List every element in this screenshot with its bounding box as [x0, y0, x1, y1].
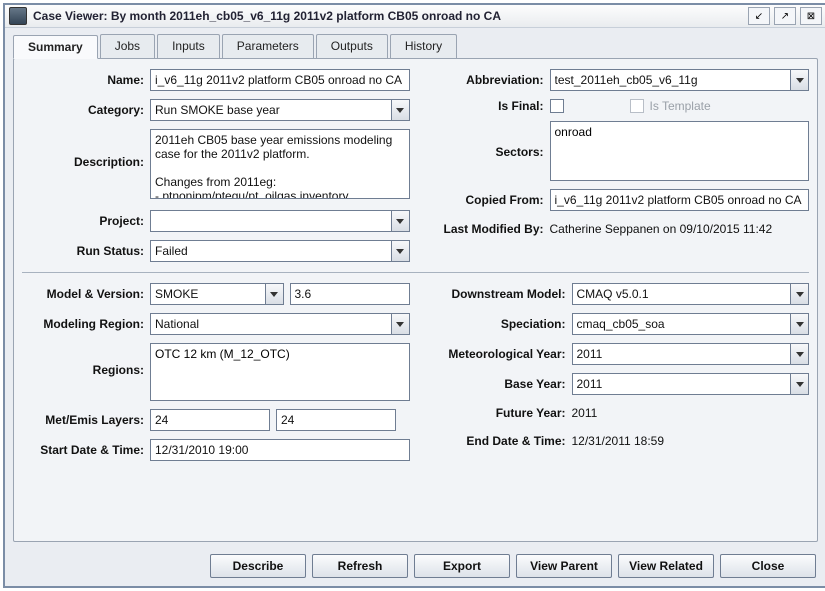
case-viewer-window: Case Viewer: By month 2011eh_cb05_v6_11g… — [3, 3, 825, 588]
last-modified-value: Catherine Seppanen on 09/10/2015 11:42 — [550, 219, 810, 239]
tab-outputs[interactable]: Outputs — [316, 34, 388, 58]
maximize-button[interactable]: ↗ — [774, 7, 796, 25]
tab-summary[interactable]: Summary — [13, 35, 98, 59]
chevron-down-icon — [796, 322, 804, 327]
close-window-button[interactable]: ⊠ — [800, 7, 822, 25]
chevron-down-icon — [796, 382, 804, 387]
start-dt-field[interactable] — [150, 439, 410, 461]
description-label: Description: — [22, 129, 150, 169]
export-button[interactable]: Export — [414, 554, 510, 578]
tab-history[interactable]: History — [390, 34, 457, 58]
regions-listbox[interactable]: OTC 12 km (M_12_OTC) — [150, 343, 410, 401]
chevron-down-icon — [796, 292, 804, 297]
met-layers-field-b[interactable] — [276, 409, 396, 431]
sectors-label: Sectors: — [422, 121, 550, 159]
speciation-dropdown-button[interactable] — [790, 314, 808, 334]
summary-panel: Name: Category: Description: 2011eh CB05… — [13, 58, 818, 542]
name-field[interactable] — [150, 69, 410, 91]
button-bar: Describe Refresh Export View Parent View… — [5, 548, 825, 586]
end-dt-label: End Date & Time: — [422, 434, 572, 448]
abbreviation-combo[interactable] — [550, 69, 810, 91]
chevron-down-icon — [396, 249, 404, 254]
category-dropdown-button[interactable] — [391, 100, 409, 120]
run-status-combo[interactable] — [150, 240, 410, 262]
abbreviation-dropdown-button[interactable] — [790, 70, 808, 90]
describe-button[interactable]: Describe — [210, 554, 306, 578]
model-combo[interactable] — [150, 283, 284, 305]
window-title: Case Viewer: By month 2011eh_cb05_v6_11g… — [33, 9, 744, 23]
base-year-dropdown-button[interactable] — [790, 374, 808, 394]
end-dt-value: 12/31/2011 18:59 — [572, 431, 810, 451]
run-status-label: Run Status: — [22, 244, 150, 258]
is-template-checkbox — [630, 99, 644, 113]
is-final-checkbox[interactable] — [550, 99, 564, 113]
description-textarea[interactable]: 2011eh CB05 base year emissions modeling… — [150, 129, 410, 199]
modeling-region-label: Modeling Region: — [22, 317, 150, 331]
tab-jobs[interactable]: Jobs — [100, 34, 155, 58]
base-year-label: Base Year: — [422, 377, 572, 391]
view-related-button[interactable]: View Related — [618, 554, 714, 578]
project-combo[interactable] — [150, 210, 410, 232]
modeling-region-dropdown-button[interactable] — [391, 314, 409, 334]
tab-bar: Summary Jobs Inputs Parameters Outputs H… — [5, 28, 825, 58]
tab-parameters[interactable]: Parameters — [222, 34, 314, 58]
base-year-combo[interactable] — [572, 373, 810, 395]
start-dt-label: Start Date & Time: — [22, 443, 150, 457]
category-combo[interactable] — [150, 99, 410, 121]
model-version-label: Model & Version: — [22, 287, 150, 301]
refresh-button[interactable]: Refresh — [312, 554, 408, 578]
sectors-listbox[interactable]: onroad — [550, 121, 810, 181]
view-parent-button[interactable]: View Parent — [516, 554, 612, 578]
meteorological-year-combo[interactable] — [572, 343, 810, 365]
copied-from-field[interactable] — [550, 189, 810, 211]
regions-label: Regions: — [22, 343, 150, 377]
met-layers-field-a[interactable] — [150, 409, 270, 431]
copied-from-label: Copied From: — [422, 193, 550, 207]
chevron-down-icon — [270, 292, 278, 297]
version-field[interactable] — [290, 283, 410, 305]
chevron-down-icon — [396, 219, 404, 224]
modeling-region-combo[interactable] — [150, 313, 410, 335]
titlebar: Case Viewer: By month 2011eh_cb05_v6_11g… — [5, 5, 825, 28]
chevron-down-icon — [796, 78, 804, 83]
model-dropdown-button[interactable] — [265, 284, 283, 304]
run-status-dropdown-button[interactable] — [391, 241, 409, 261]
is-final-label: Is Final: — [422, 99, 550, 113]
downstream-model-label: Downstream Model: — [422, 287, 572, 301]
category-label: Category: — [22, 103, 150, 117]
abbreviation-label: Abbreviation: — [422, 73, 550, 87]
chevron-down-icon — [396, 322, 404, 327]
project-dropdown-button[interactable] — [391, 211, 409, 231]
chevron-down-icon — [396, 108, 404, 113]
last-modified-label: Last Modified By: — [422, 222, 550, 236]
chevron-down-icon — [796, 352, 804, 357]
divider — [22, 272, 809, 273]
app-icon — [9, 7, 27, 25]
is-template-label: Is Template — [650, 99, 711, 113]
tab-inputs[interactable]: Inputs — [157, 34, 220, 58]
name-label: Name: — [22, 73, 150, 87]
meteorological-year-label: Meteorological Year: — [422, 347, 572, 361]
project-label: Project: — [22, 214, 150, 228]
close-button[interactable]: Close — [720, 554, 816, 578]
future-year-value: 2011 — [572, 403, 810, 423]
speciation-label: Speciation: — [422, 317, 572, 331]
speciation-combo[interactable] — [572, 313, 810, 335]
minimize-button[interactable]: ↙ — [748, 7, 770, 25]
future-year-label: Future Year: — [422, 406, 572, 420]
downstream-model-combo[interactable] — [572, 283, 810, 305]
meteorological-year-dropdown-button[interactable] — [790, 344, 808, 364]
met-emis-layers-label: Met/Emis Layers: — [22, 413, 150, 427]
downstream-model-dropdown-button[interactable] — [790, 284, 808, 304]
